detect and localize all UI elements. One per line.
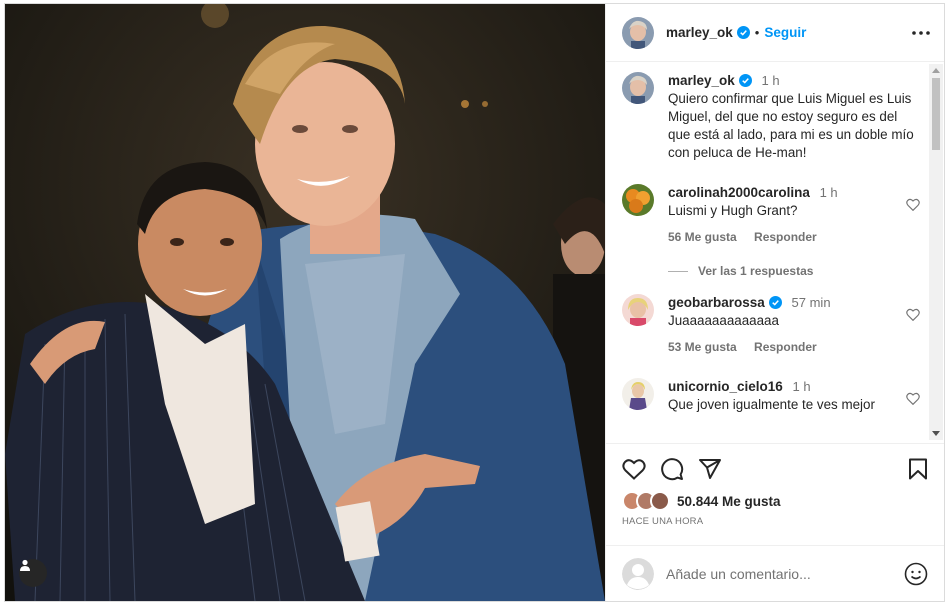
likers-avatars	[622, 491, 670, 511]
avatar-image	[622, 72, 654, 104]
like-comment-heart-icon[interactable]	[906, 392, 920, 405]
caption-username[interactable]: marley_ok	[668, 73, 735, 88]
comment-like-count[interactable]: 56 Me gusta	[668, 230, 737, 244]
caption-author-avatar[interactable]	[622, 72, 654, 104]
tagged-users-button[interactable]	[19, 559, 47, 587]
avatar-image	[622, 16, 654, 49]
post-photo[interactable]	[5, 4, 605, 601]
more-options-icon[interactable]	[912, 30, 930, 35]
save-bookmark-icon[interactable]	[908, 458, 928, 480]
view-replies-button[interactable]: Ver las 1 respuestas	[668, 264, 924, 278]
likes-count[interactable]: 50.844 Me gusta	[677, 494, 781, 509]
caption-text: Quiero confirmar que Luis Miguel es Luis…	[668, 91, 914, 160]
follow-button[interactable]: Seguir	[764, 25, 806, 40]
author-username[interactable]: marley_ok	[666, 25, 733, 40]
verified-badge-icon	[736, 26, 750, 39]
avatar-image	[622, 294, 654, 326]
post-dialog: marley_ok • Seguir marley_ok 1 h Quiero …	[4, 3, 945, 602]
comment-item: unicornio_cielo16 1 h Que joven igualmen…	[622, 378, 924, 414]
default-avatar-icon	[622, 557, 654, 590]
comment-username[interactable]: unicornio_cielo16	[668, 379, 783, 394]
comment-text: Que joven igualmente te ves mejor	[668, 397, 875, 412]
comment-username[interactable]: geobarbarossa	[668, 295, 765, 310]
comment-avatar[interactable]	[622, 294, 654, 326]
comment-item: carolinah2000carolina 1 h Luismi y Hugh …	[622, 184, 924, 246]
comment-avatar[interactable]	[622, 184, 654, 216]
share-send-icon[interactable]	[698, 458, 722, 480]
scroll-up-arrow-icon[interactable]	[932, 68, 940, 73]
comment-avatar[interactable]	[622, 378, 654, 410]
reply-button[interactable]: Responder	[754, 230, 817, 244]
emoji-icon[interactable]	[904, 562, 928, 586]
comments-scrollbar[interactable]	[929, 64, 943, 440]
add-comment-bar: Añade un comentario...	[606, 545, 944, 601]
add-comment-input[interactable]: Añade un comentario...	[666, 566, 904, 582]
separator-dot: •	[754, 25, 760, 40]
scroll-thumb[interactable]	[932, 78, 940, 150]
like-comment-heart-icon[interactable]	[906, 308, 920, 321]
caption-time[interactable]: 1 h	[762, 73, 780, 88]
comment-icon[interactable]	[660, 457, 684, 481]
post-actions: 50.844 Me gusta HACE UNA HORA	[606, 443, 944, 545]
liker-avatar	[650, 491, 670, 511]
verified-badge-icon	[768, 296, 782, 309]
comment-text: Juaaaaaaaaaaaaa	[668, 313, 779, 328]
post-caption: marley_ok 1 h Quiero confirmar que Luis …	[622, 72, 924, 162]
avatar-image	[622, 184, 654, 216]
verified-badge-icon	[738, 74, 752, 87]
like-comment-heart-icon[interactable]	[906, 198, 920, 211]
comment-like-count[interactable]: 53 Me gusta	[668, 340, 737, 354]
comment-time[interactable]: 57 min	[792, 295, 831, 310]
comment-time[interactable]: 1 h	[793, 379, 811, 394]
replies-divider	[668, 270, 688, 272]
current-user-avatar	[622, 557, 654, 590]
post-image	[5, 4, 605, 601]
reply-button[interactable]: Responder	[754, 340, 817, 354]
comment-username[interactable]: carolinah2000carolina	[668, 185, 810, 200]
comment-item: geobarbarossa 57 min Juaaaaaaaaaaaaa 53 …	[622, 294, 924, 356]
avatar-image	[622, 378, 654, 410]
post-timestamp[interactable]: HACE UNA HORA	[622, 516, 928, 527]
scroll-down-arrow-icon[interactable]	[932, 431, 940, 436]
comments-list[interactable]: marley_ok 1 h Quiero confirmar que Luis …	[606, 62, 944, 443]
view-replies-label: Ver las 1 respuestas	[698, 264, 814, 278]
likes-summary[interactable]: 50.844 Me gusta	[622, 491, 928, 511]
post-sidebar: marley_ok • Seguir marley_ok 1 h Quiero …	[605, 4, 944, 601]
user-icon	[20, 559, 30, 571]
comment-time[interactable]: 1 h	[820, 185, 838, 200]
post-header: marley_ok • Seguir	[606, 4, 944, 62]
like-heart-icon[interactable]	[622, 458, 646, 480]
author-avatar[interactable]	[622, 16, 654, 49]
comment-text: Luismi y Hugh Grant?	[668, 203, 798, 218]
